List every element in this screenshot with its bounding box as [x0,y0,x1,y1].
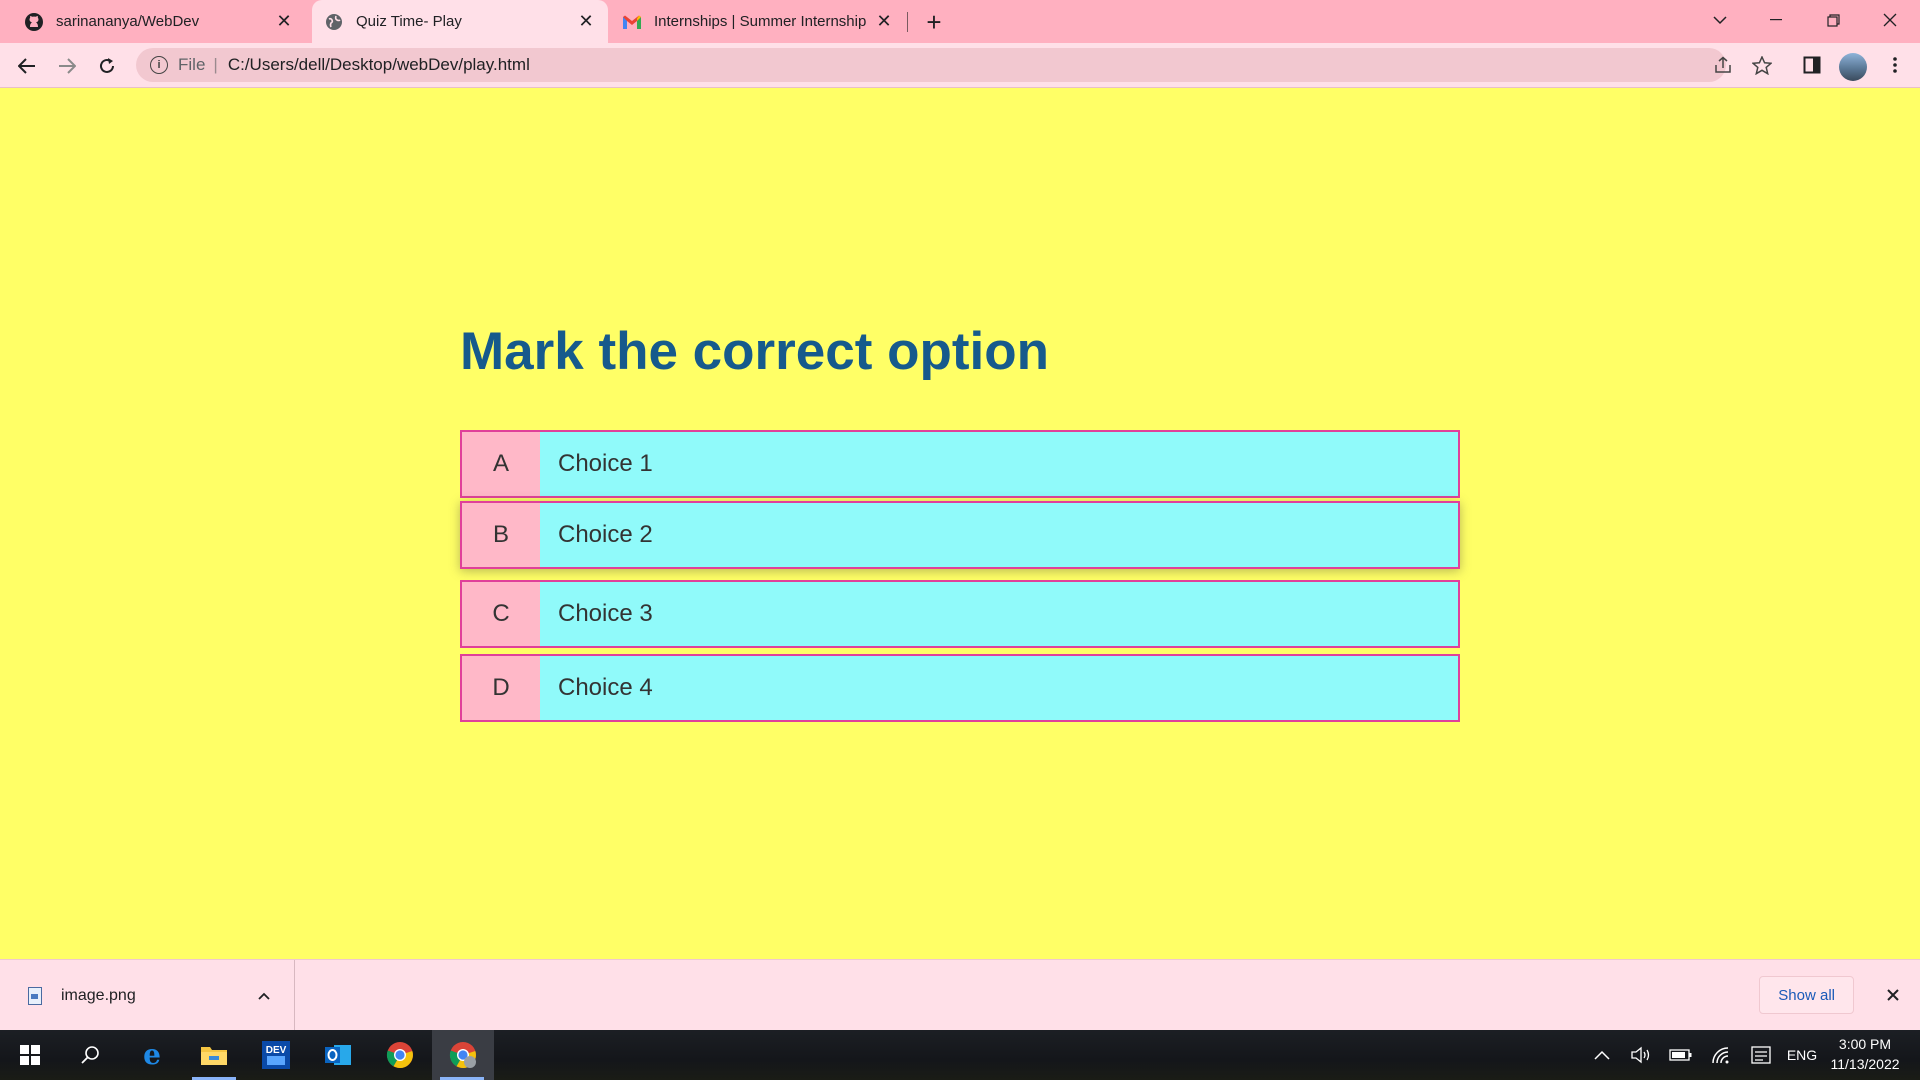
chrome-profile-icon[interactable] [432,1030,494,1080]
choice-prefix: C [462,582,540,646]
close-download-bar-icon[interactable] [1880,982,1906,1008]
wifi-icon[interactable] [1706,1030,1736,1080]
dev-app-label: DEV [266,1045,287,1056]
url-scheme: File [178,55,206,74]
restore-icon[interactable] [1805,0,1861,40]
tab-title: Internships | Summer Internship [654,13,867,30]
chevron-up-icon[interactable] [252,987,276,1005]
url-divider: | [213,55,218,74]
choice-option-d[interactable]: D Choice 4 [460,654,1460,722]
url-text[interactable]: C:/Users/dell/Desktop/webDev/play.html [228,55,530,75]
windows-start-icon[interactable] [0,1030,60,1080]
close-window-icon[interactable] [1862,0,1918,40]
globe-icon [324,12,344,32]
clock-date: 11/13/2022 [1830,1056,1900,1072]
choice-text: Choice 3 [558,600,653,627]
tab-title: Quiz Time- Play [356,13,462,30]
menu-kebab-icon[interactable] [1880,50,1910,80]
choice-option-c[interactable]: C Choice 3 [460,580,1460,648]
forward-arrow-icon[interactable] [52,51,82,81]
choice-text: Choice 1 [558,450,653,477]
close-tab-icon[interactable]: ✕ [576,11,596,32]
svg-text:e: e [143,1041,161,1069]
battery-icon[interactable] [1666,1030,1696,1080]
profile-avatar[interactable] [1839,53,1867,81]
tab-separator [907,12,908,32]
minimize-icon[interactable] [1748,0,1804,40]
close-tab-icon[interactable]: ✕ [274,11,294,32]
tab-gmail[interactable]: Internships | Summer Internship ✕ [610,0,906,43]
site-info-icon[interactable]: i [150,56,168,74]
choice-prefix: D [462,656,540,720]
address-bar[interactable]: i File | C:/Users/dell/Desktop/webDev/pl… [136,48,1726,82]
input-method-icon[interactable] [1746,1030,1776,1080]
gmail-icon [622,12,642,32]
show-all-button[interactable]: Show all [1759,976,1854,1014]
download-item[interactable]: image.png [0,960,295,1031]
choice-text: Choice 2 [558,521,653,548]
tab-title: sarinananya/WebDev [56,13,200,30]
system-clock[interactable]: 3:00 PM 11/13/2022 [1820,1034,1910,1074]
tab-search-chevron-icon[interactable] [1692,0,1748,40]
share-icon[interactable] [1708,50,1738,80]
edge-legacy-icon[interactable]: e [122,1030,182,1080]
download-bar: image.png Show all [0,959,1920,1031]
browser-toolbar: i File | C:/Users/dell/Desktop/webDev/pl… [0,43,1920,88]
reload-icon[interactable] [92,51,122,81]
question-heading: Mark the correct option [460,322,1049,381]
chevron-up-tray-icon[interactable] [1588,1030,1616,1080]
side-panel-icon[interactable] [1797,50,1827,80]
search-icon[interactable] [60,1030,120,1080]
file-explorer-icon[interactable] [184,1030,244,1080]
back-arrow-icon[interactable] [12,51,42,81]
github-icon [24,12,44,32]
close-tab-icon[interactable]: ✕ [874,11,894,32]
volume-icon[interactable] [1626,1030,1656,1080]
choice-prefix: B [462,503,540,567]
image-file-icon [28,986,42,1005]
choice-option-b[interactable]: B Choice 2 [460,501,1460,569]
taskbar: e DEV ENG 3:00 PM 11/13/2022 [0,1030,1920,1080]
tab-strip: sarinananya/WebDev ✕ Quiz Time- Play ✕ I… [0,0,1920,43]
choice-option-a[interactable]: A Choice 1 [460,430,1460,498]
bookmark-star-icon[interactable] [1747,50,1777,80]
outlook-icon[interactable] [308,1030,368,1080]
language-indicator[interactable]: ENG [1782,1030,1822,1080]
choice-text: Choice 4 [558,674,653,701]
tab-quiz-play[interactable]: Quiz Time- Play ✕ [312,0,608,43]
quiz-page: Mark the correct option A Choice 1 B Cho… [0,89,1920,959]
download-file-name: image.png [61,986,136,1004]
choice-prefix: A [462,432,540,496]
new-tab-icon[interactable]: + [920,7,948,37]
chrome-icon[interactable] [370,1030,430,1080]
dev-app-icon[interactable]: DEV [246,1030,306,1080]
clock-time: 3:00 PM [1838,1036,1892,1052]
tab-github[interactable]: sarinananya/WebDev ✕ [12,0,306,43]
